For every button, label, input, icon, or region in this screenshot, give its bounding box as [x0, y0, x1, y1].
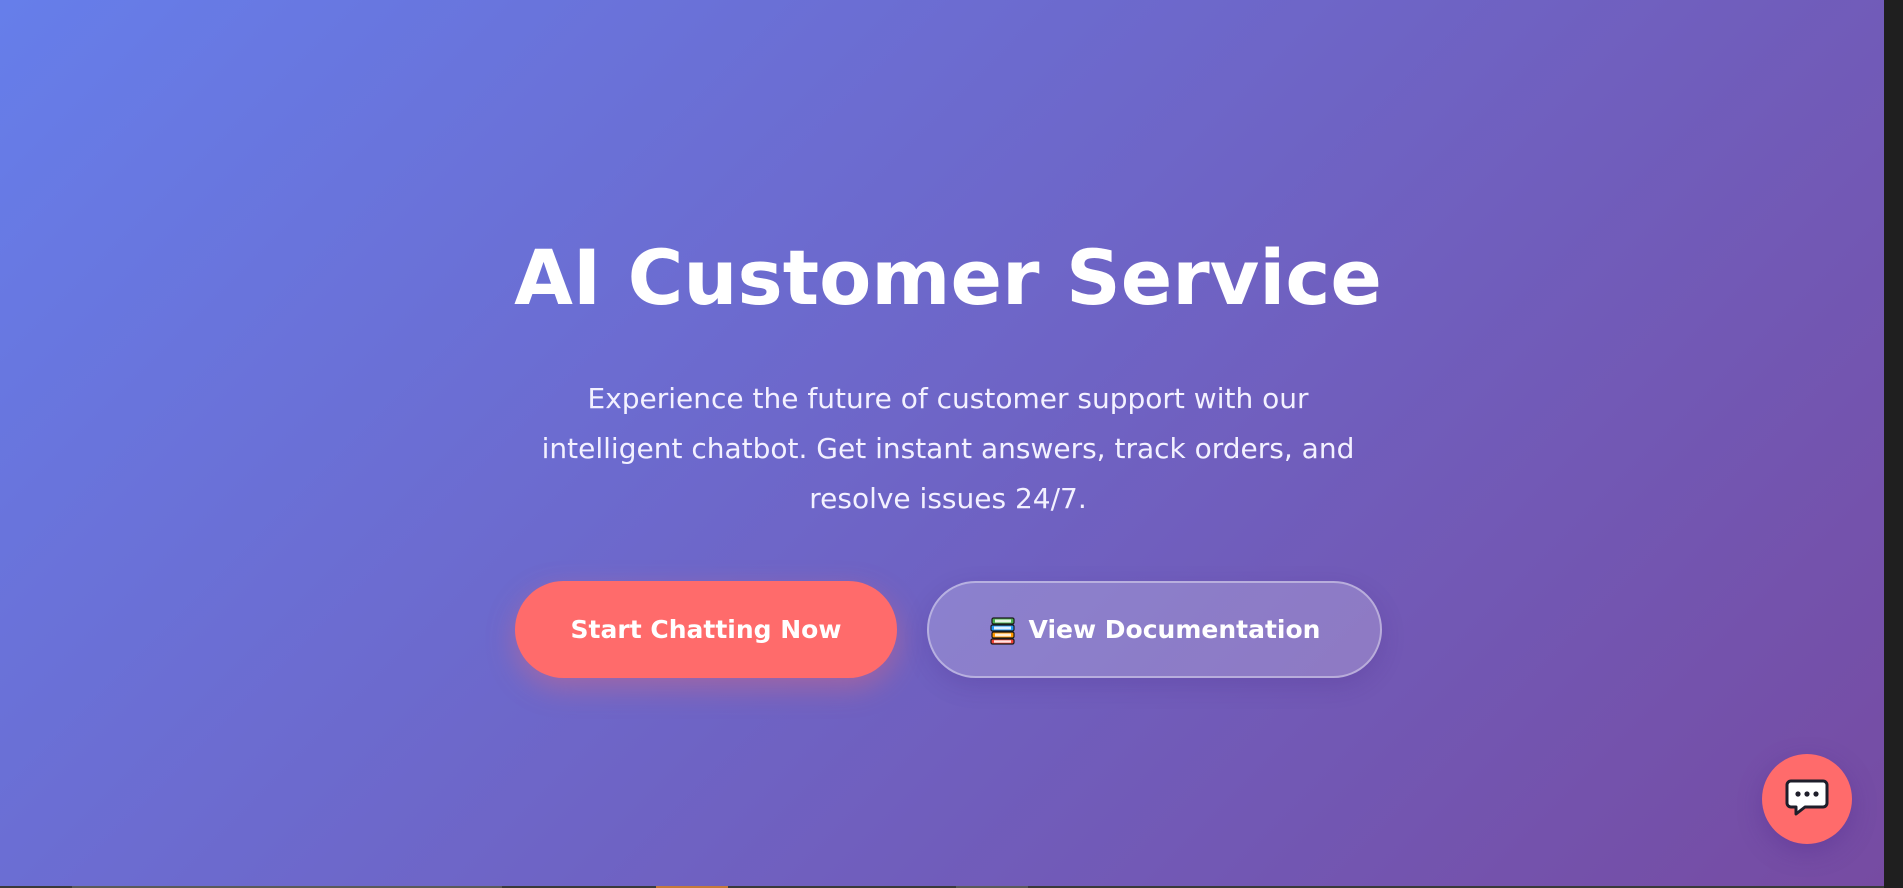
scrollbar-track[interactable]: [1884, 0, 1903, 888]
view-documentation-button[interactable]: View Documentation: [927, 581, 1382, 678]
start-chatting-label: Start Chatting Now: [570, 615, 842, 644]
hero-subtitle: Experience the future of customer suppor…: [541, 382, 1355, 515]
hero-section: AI Customer Service Experience the futur…: [0, 0, 1884, 886]
chat-widget-button[interactable]: [1762, 754, 1852, 844]
books-icon: [989, 615, 1019, 645]
start-chatting-button[interactable]: Start Chatting Now: [515, 581, 897, 678]
page: AI Customer Service Experience the futur…: [0, 0, 1903, 888]
chat-bubble-icon: [1785, 777, 1829, 821]
view-documentation-label: View Documentation: [1028, 615, 1321, 644]
page-title: AI Customer Service: [514, 233, 1382, 322]
